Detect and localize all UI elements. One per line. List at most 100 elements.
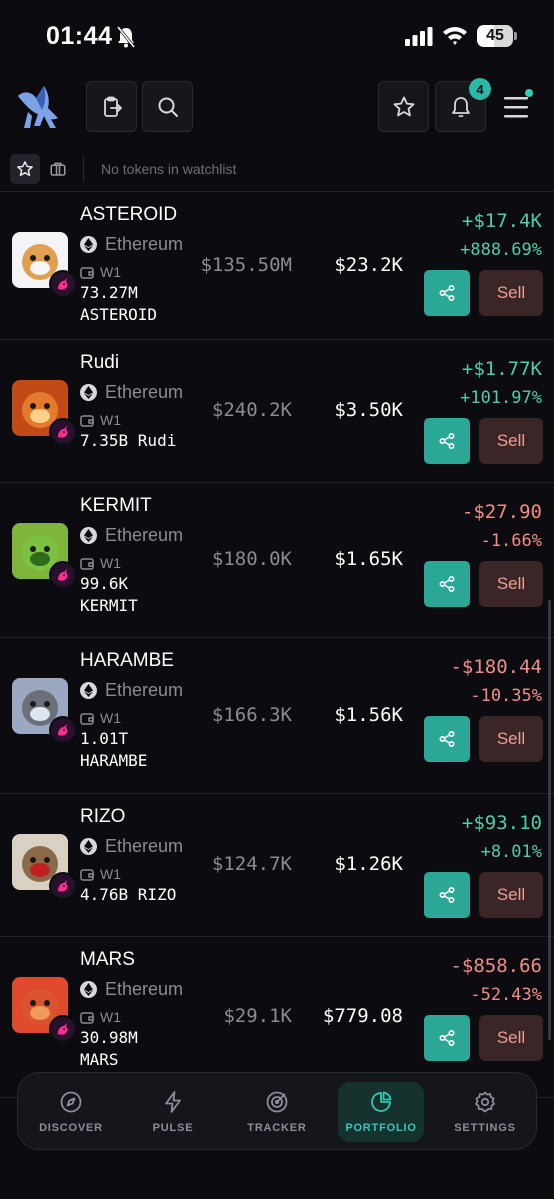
holding-symbol: MARS	[80, 1050, 119, 1069]
token-value: $779.08	[322, 1005, 403, 1027]
token-pnl-percent: -1.66%	[480, 531, 542, 551]
search-icon	[158, 97, 178, 117]
token-pnl: +$1.77K	[461, 358, 542, 380]
target-icon	[266, 1091, 288, 1113]
token-market-cap: $124.7K	[211, 853, 292, 875]
token-chain: Ethereum	[80, 525, 183, 546]
ethereum-icon	[80, 527, 97, 544]
lightning-icon	[165, 1091, 181, 1113]
wallet-name: W1	[100, 264, 121, 280]
ethereum-icon	[80, 236, 97, 253]
token-holding: 99.6K KERMIT	[80, 573, 138, 617]
sell-button[interactable]: Sell	[479, 418, 543, 464]
chain-name: Ethereum	[105, 525, 184, 545]
battery-level: 45	[486, 27, 504, 44]
chain-name: Ethereum	[105, 234, 184, 254]
holding-amount: 4.76B RIZO	[80, 885, 177, 904]
token-value: $3.50K	[334, 399, 403, 421]
bell-icon	[451, 96, 470, 117]
watchlist-bar: No tokens in watchlist	[0, 148, 554, 190]
uniswap-badge	[49, 1015, 77, 1043]
search-button[interactable]	[142, 81, 193, 132]
ethereum-icon	[80, 682, 97, 699]
token-market-cap: $166.3K	[211, 704, 292, 726]
token-row[interactable]: Rudi Ethereum W1 7.35B Rudi $240.2K $3.50K +$1…	[0, 340, 554, 482]
token-holding: 30.98M MARS	[80, 1027, 138, 1071]
export-button[interactable]	[86, 81, 137, 132]
watchlist-empty-text: No tokens in watchlist	[101, 161, 237, 177]
holding-amount: 30.98M	[80, 1028, 138, 1047]
sell-button[interactable]: Sell	[479, 1015, 543, 1061]
wallet-icon	[80, 1011, 94, 1024]
token-holding: 73.27M ASTEROID	[80, 282, 157, 326]
holding-symbol: KERMIT	[80, 596, 138, 615]
token-row[interactable]: KERMIT Ethereum W1 99.6K KERMIT $180.0K $1.65K…	[0, 483, 554, 637]
unicorn-icon	[58, 569, 68, 581]
scrollbar[interactable]	[548, 600, 551, 1040]
token-pnl-percent: -10.35%	[470, 686, 542, 706]
favorites-button[interactable]	[378, 81, 429, 132]
token-value: $23.2K	[334, 254, 403, 276]
token-name: Rudi	[80, 352, 120, 373]
holdings-tab[interactable]	[44, 154, 72, 184]
chain-name: Ethereum	[105, 382, 184, 402]
uniswap-badge	[49, 716, 77, 744]
wallet-icon	[80, 712, 94, 725]
token-chain: Ethereum	[80, 234, 183, 255]
token-holding: 1.01T HARAMBE	[80, 728, 147, 772]
share-button[interactable]	[424, 716, 470, 762]
nav-pulse[interactable]: PULSE	[130, 1073, 216, 1151]
token-wallet: W1	[80, 555, 121, 571]
uniswap-badge	[49, 872, 77, 900]
token-pnl: +$93.10	[461, 812, 542, 834]
nav-pulse-label: PULSE	[152, 1122, 194, 1134]
top-header: 4	[0, 78, 554, 138]
wallet-name: W1	[100, 1009, 121, 1025]
share-button[interactable]	[424, 270, 470, 316]
token-value: $1.65K	[334, 548, 403, 570]
token-row[interactable]: RIZO Ethereum W1 4.76B RIZO $124.7K $1.26K +$9…	[0, 794, 554, 936]
token-pnl: -$180.44	[450, 656, 542, 678]
nav-tracker[interactable]: TRACKER	[234, 1073, 320, 1151]
token-market-cap: $135.50M	[200, 254, 292, 276]
status-time: 01:44	[46, 22, 113, 50]
token-chain: Ethereum	[80, 979, 183, 1000]
sell-button[interactable]: Sell	[479, 270, 543, 316]
share-icon	[439, 284, 455, 302]
token-holding: 4.76B RIZO	[80, 884, 176, 906]
token-pnl: -$27.90	[461, 501, 542, 523]
watchlist-tab[interactable]	[10, 154, 40, 184]
status-bar: 01:44 45	[0, 0, 554, 74]
holding-symbol: HARAMBE	[80, 751, 148, 770]
sell-button[interactable]: Sell	[479, 561, 543, 607]
nav-portfolio[interactable]: PORTFOLIO	[338, 1082, 424, 1142]
app-logo[interactable]	[14, 82, 66, 132]
holding-amount: 99.6K	[80, 574, 129, 593]
share-button[interactable]	[424, 1015, 470, 1061]
holding-amount: 7.35B Rudi	[80, 431, 177, 450]
battery-icon: 45	[477, 25, 517, 47]
token-pnl-percent: +888.69%	[460, 240, 542, 260]
uniswap-badge	[49, 418, 77, 446]
sell-button[interactable]: Sell	[479, 872, 543, 918]
nav-settings[interactable]: SETTINGS	[442, 1073, 528, 1151]
share-icon	[439, 1029, 455, 1047]
unicorn-icon	[58, 1023, 68, 1035]
share-button[interactable]	[424, 418, 470, 464]
watchlist-divider	[83, 156, 84, 182]
token-pnl-percent: +8.01%	[480, 842, 542, 862]
token-wallet: W1	[80, 866, 121, 882]
token-row[interactable]: ASTEROID Ethereum W1 73.27M ASTEROID $135.50M…	[0, 192, 554, 339]
token-pnl-percent: +101.97%	[460, 388, 542, 408]
unicorn-icon	[58, 880, 68, 892]
token-name: MARS	[80, 949, 135, 970]
token-row[interactable]: HARAMBE Ethereum W1 1.01T HARAMBE $166.3K $1.5…	[0, 638, 554, 793]
token-wallet: W1	[80, 264, 121, 280]
nav-discover[interactable]: DISCOVER	[28, 1073, 114, 1151]
share-button[interactable]	[424, 872, 470, 918]
share-button[interactable]	[424, 561, 470, 607]
token-wallet: W1	[80, 1009, 121, 1025]
uniswap-badge	[49, 270, 77, 298]
token-market-cap: $180.0K	[211, 548, 292, 570]
sell-button[interactable]: Sell	[479, 716, 543, 762]
